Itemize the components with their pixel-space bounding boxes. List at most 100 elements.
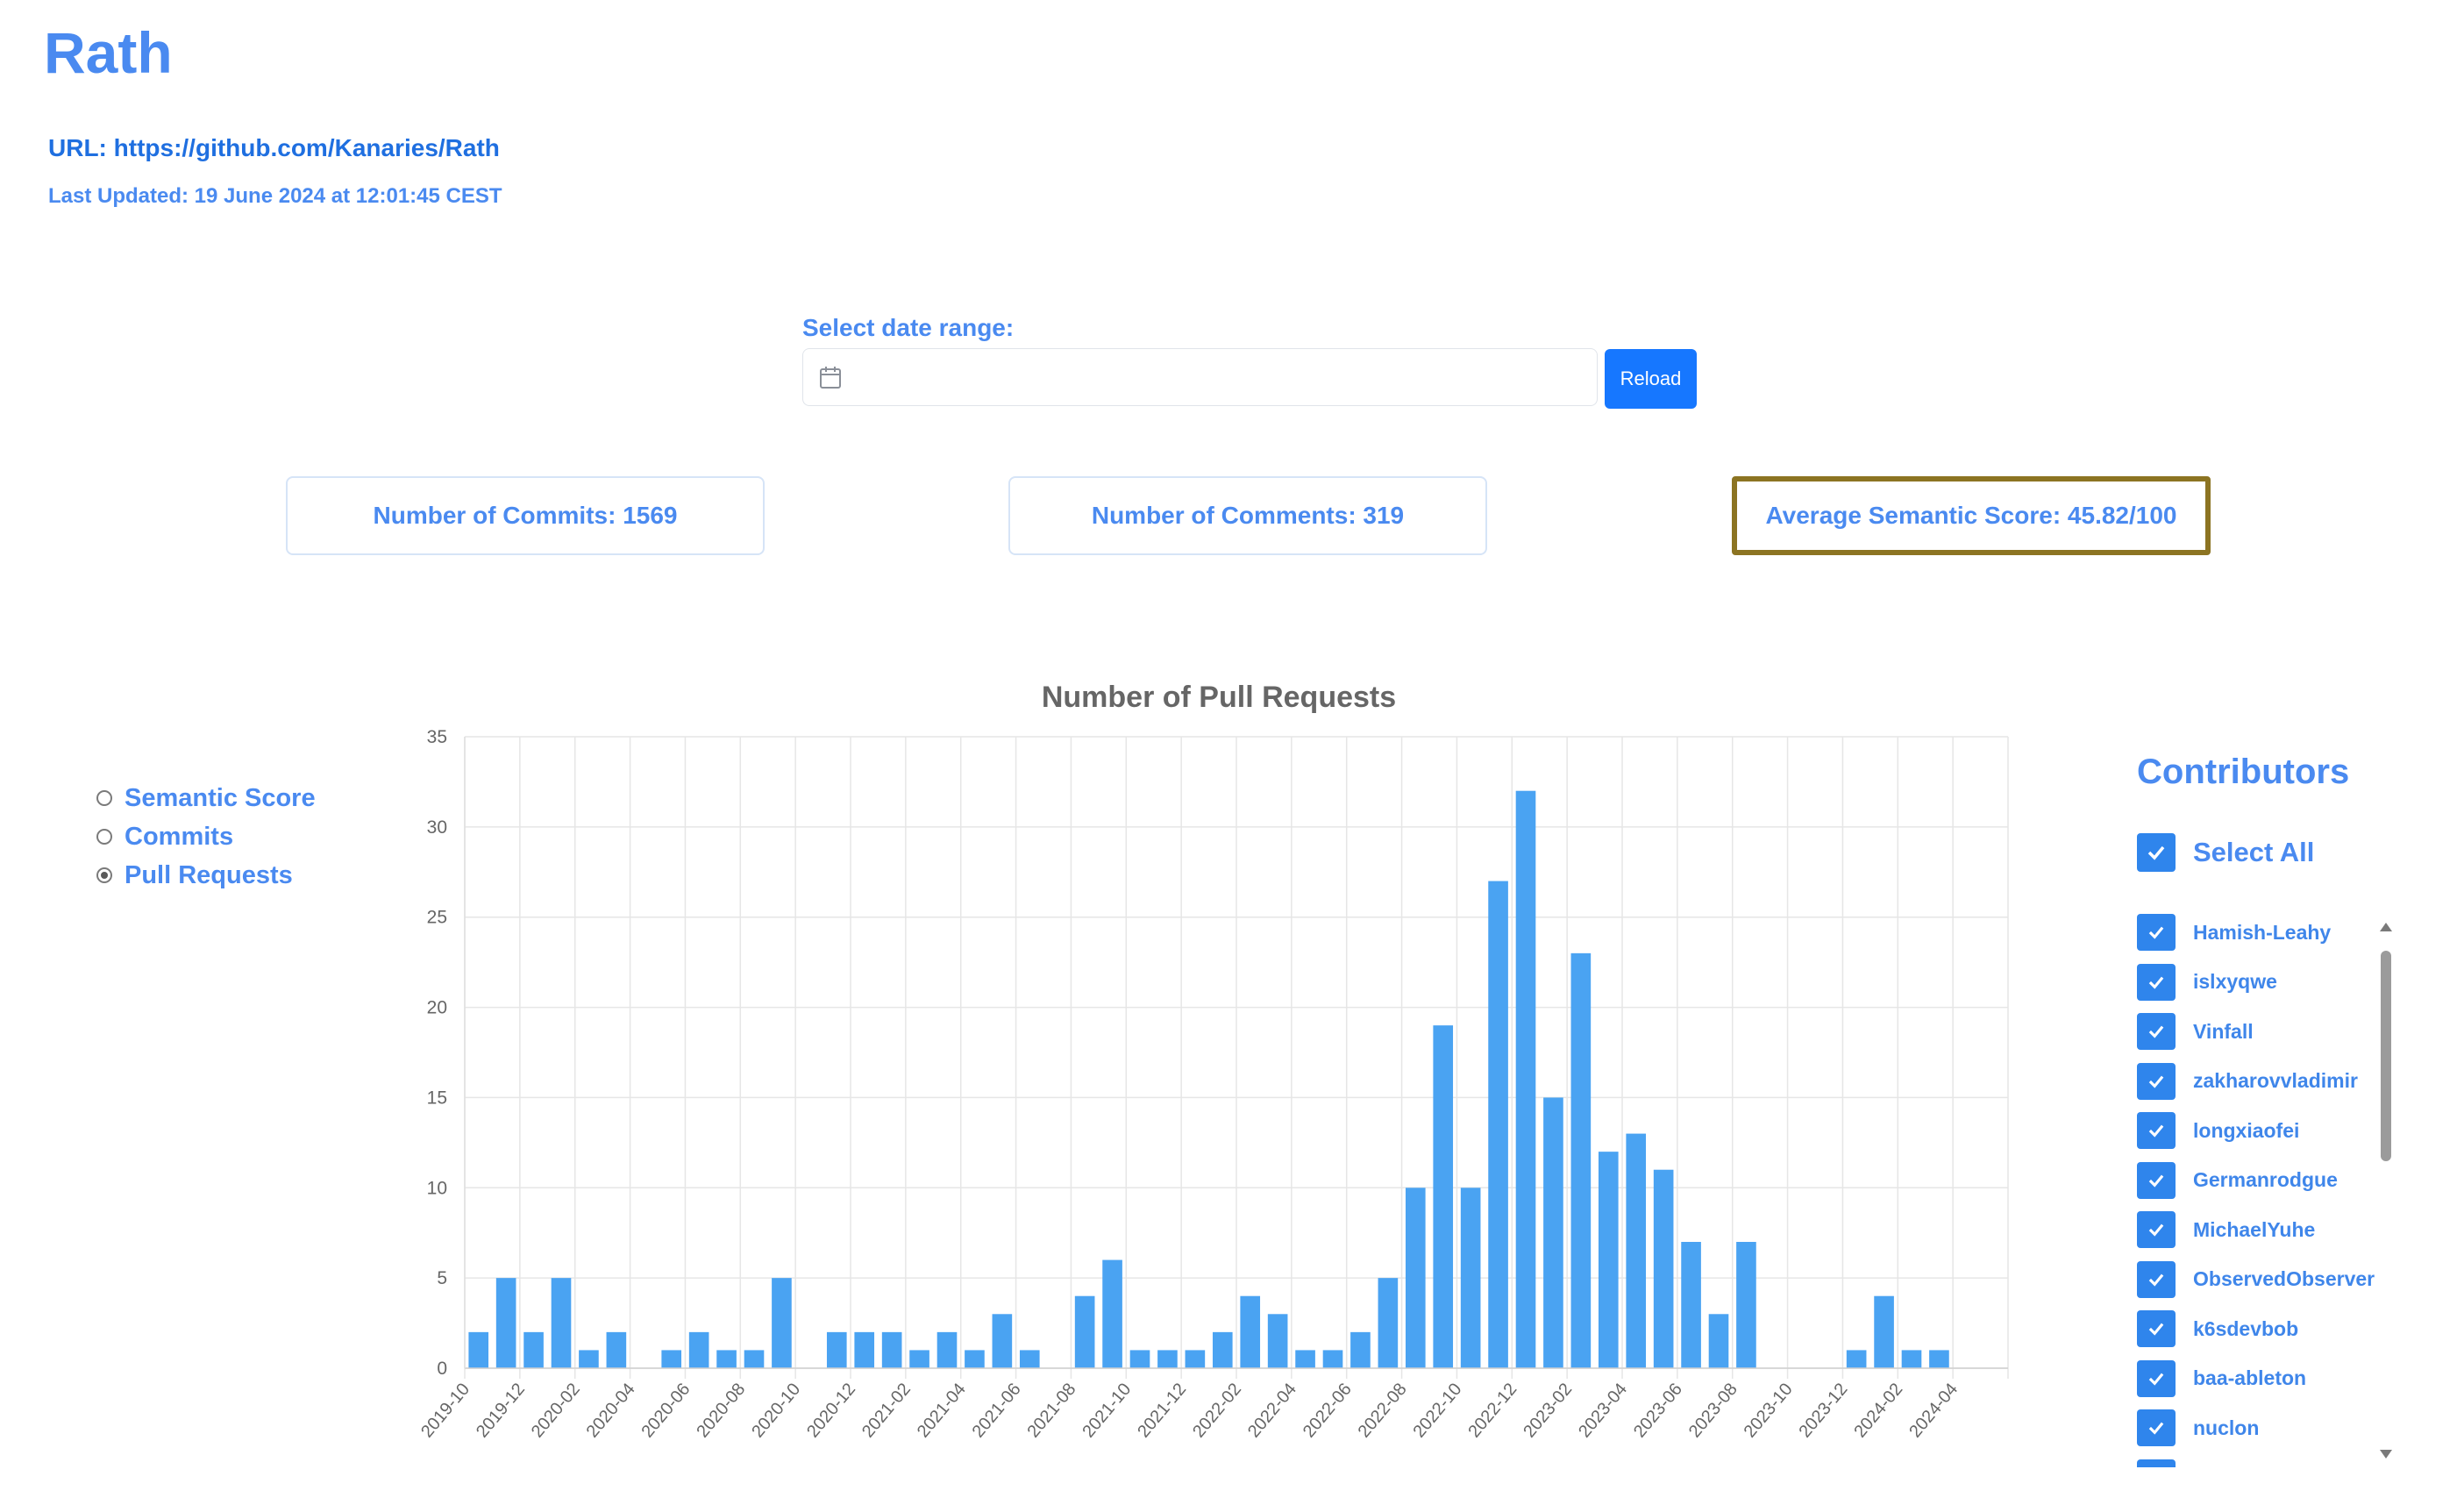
radio-button-selected[interactable] xyxy=(96,867,112,883)
select-all-label: Select All xyxy=(2193,837,2315,867)
bar-2023-04[interactable] xyxy=(1626,1133,1647,1368)
bar-2023-06[interactable] xyxy=(1681,1242,1701,1368)
bar-2019-12[interactable] xyxy=(523,1331,544,1368)
bar-2022-02[interactable] xyxy=(1240,1295,1261,1368)
bar-2020-03[interactable] xyxy=(606,1331,627,1368)
bar-2023-03[interactable] xyxy=(1598,1152,1619,1368)
bar-2019-11[interactable] xyxy=(495,1278,516,1368)
bar-2021-09[interactable] xyxy=(1102,1259,1122,1368)
bar-2020-02[interactable] xyxy=(579,1350,599,1368)
bar-2020-06[interactable] xyxy=(688,1331,709,1368)
select-all-row[interactable]: Select All xyxy=(2137,833,2314,872)
contributor-item[interactable]: Germanrodgue xyxy=(2137,1156,2382,1206)
bar-2022-08[interactable] xyxy=(1405,1188,1426,1368)
check-icon xyxy=(2148,1323,2164,1336)
radio-button[interactable] xyxy=(96,829,112,845)
date-range-input[interactable] xyxy=(802,348,1598,406)
bar-2020-09[interactable] xyxy=(772,1278,792,1368)
bar-2021-06[interactable] xyxy=(1019,1350,1040,1368)
bar-2020-07[interactable] xyxy=(716,1350,737,1368)
bar-2024-02[interactable] xyxy=(1901,1350,1922,1368)
y-tick-label: 0 xyxy=(437,1359,447,1379)
bar-2022-09[interactable] xyxy=(1433,1025,1454,1368)
bar-2020-11[interactable] xyxy=(826,1331,847,1368)
x-tick-label: 2022-04 xyxy=(1244,1380,1300,1441)
reload-button[interactable]: Reload xyxy=(1605,349,1697,409)
bar-2021-05[interactable] xyxy=(992,1314,1013,1368)
contributor-item[interactable]: k6sdevbob xyxy=(2137,1304,2382,1354)
contributor-item[interactable]: zakharovvladimir xyxy=(2137,1057,2382,1107)
contributor-item[interactable]: nuclon xyxy=(2137,1403,2382,1453)
bar-2021-10[interactable] xyxy=(1129,1350,1150,1368)
contributor-checkbox[interactable] xyxy=(2137,1062,2176,1100)
contributor-checkbox[interactable] xyxy=(2137,914,2176,952)
semantic-score-stat-card: Average Semantic Score: 45.82/100 xyxy=(1732,476,2211,555)
contributor-checkbox[interactable] xyxy=(2137,1161,2176,1199)
contributor-name: islxyqwe xyxy=(2193,970,2277,994)
bar-2019-10[interactable] xyxy=(468,1331,489,1368)
contributor-checkbox[interactable] xyxy=(2137,1459,2176,1467)
bar-2022-05[interactable] xyxy=(1322,1350,1343,1368)
bar-2021-11[interactable] xyxy=(1157,1350,1178,1368)
contributor-item-partial[interactable] xyxy=(2137,1453,2382,1467)
contributor-item[interactable]: Hamish-Leahy xyxy=(2137,908,2382,958)
scroll-down-arrow-icon[interactable] xyxy=(2379,1448,2393,1460)
contributor-item[interactable]: MichaelYuhe xyxy=(2137,1205,2382,1255)
contributor-checkbox[interactable] xyxy=(2137,1260,2176,1298)
bar-2024-03[interactable] xyxy=(1929,1350,1949,1368)
select-all-checkbox[interactable] xyxy=(2137,833,2176,872)
contributor-name: Germanrodgue xyxy=(2193,1168,2338,1192)
x-tick-label: 2022-08 xyxy=(1355,1380,1411,1441)
bar-2023-08[interactable] xyxy=(1736,1242,1756,1368)
bar-2021-04[interactable] xyxy=(965,1350,985,1368)
contributor-checkbox[interactable] xyxy=(2137,1013,2176,1051)
contributor-checkbox[interactable] xyxy=(2137,1310,2176,1348)
bar-2020-12[interactable] xyxy=(854,1331,875,1368)
contributor-item[interactable]: ObservedObserver xyxy=(2137,1255,2382,1305)
bar-2022-04[interactable] xyxy=(1295,1350,1315,1368)
radio-commits[interactable]: Commits xyxy=(96,817,316,856)
bar-2022-10[interactable] xyxy=(1460,1188,1481,1368)
bar-2024-01[interactable] xyxy=(1874,1295,1894,1368)
contributor-checkbox[interactable] xyxy=(2137,1211,2176,1249)
contributor-checkbox[interactable] xyxy=(2137,1112,2176,1150)
x-tick-label: 2021-10 xyxy=(1079,1380,1135,1441)
bar-2021-08[interactable] xyxy=(1074,1295,1095,1368)
bar-2022-01[interactable] xyxy=(1212,1331,1233,1368)
bar-2020-05[interactable] xyxy=(661,1350,682,1368)
bar-2021-03[interactable] xyxy=(936,1331,958,1368)
scrollbar-thumb[interactable] xyxy=(2381,951,2391,1161)
radio-button[interactable] xyxy=(96,790,112,806)
contributor-checkbox[interactable] xyxy=(2137,1359,2176,1397)
bar-2021-01[interactable] xyxy=(881,1331,902,1368)
bar-2023-02[interactable] xyxy=(1570,952,1592,1368)
contributor-item[interactable]: islxyqwe xyxy=(2137,958,2382,1008)
repo-title: Rath xyxy=(44,20,173,85)
radio-pull-requests[interactable]: Pull Requests xyxy=(96,856,316,895)
bar-2021-02[interactable] xyxy=(909,1350,929,1368)
bar-2023-01[interactable] xyxy=(1543,1097,1563,1368)
contributor-item[interactable]: baa-ableton xyxy=(2137,1354,2382,1404)
bar-2023-05[interactable] xyxy=(1653,1169,1674,1368)
bar-2022-12[interactable] xyxy=(1515,790,1536,1368)
x-tick-label: 2022-06 xyxy=(1300,1380,1356,1441)
bar-2023-12[interactable] xyxy=(1846,1350,1867,1368)
radio-semantic-score[interactable]: Semantic Score xyxy=(96,779,316,817)
bar-2022-07[interactable] xyxy=(1378,1278,1399,1368)
bar-2022-03[interactable] xyxy=(1267,1314,1288,1368)
bar-2022-11[interactable] xyxy=(1488,881,1508,1368)
bar-2020-08[interactable] xyxy=(744,1350,765,1368)
scroll-up-arrow-icon[interactable] xyxy=(2379,921,2393,933)
check-icon xyxy=(2148,976,2164,989)
bar-2022-06[interactable] xyxy=(1350,1331,1371,1368)
contributor-item[interactable]: Vinfall xyxy=(2137,1007,2382,1057)
bar-2020-01[interactable] xyxy=(551,1278,572,1368)
bar-2021-12[interactable] xyxy=(1185,1350,1206,1368)
bar-2023-07[interactable] xyxy=(1708,1314,1729,1368)
contributor-checkbox[interactable] xyxy=(2137,1409,2176,1447)
repo-url[interactable]: URL: https://github.com/Kanaries/Rath xyxy=(48,134,500,162)
contributor-scrollbar[interactable] xyxy=(2378,921,2394,1460)
check-icon xyxy=(2148,1422,2164,1435)
contributor-item[interactable]: longxiaofei xyxy=(2137,1106,2382,1156)
contributor-checkbox[interactable] xyxy=(2137,963,2176,1001)
